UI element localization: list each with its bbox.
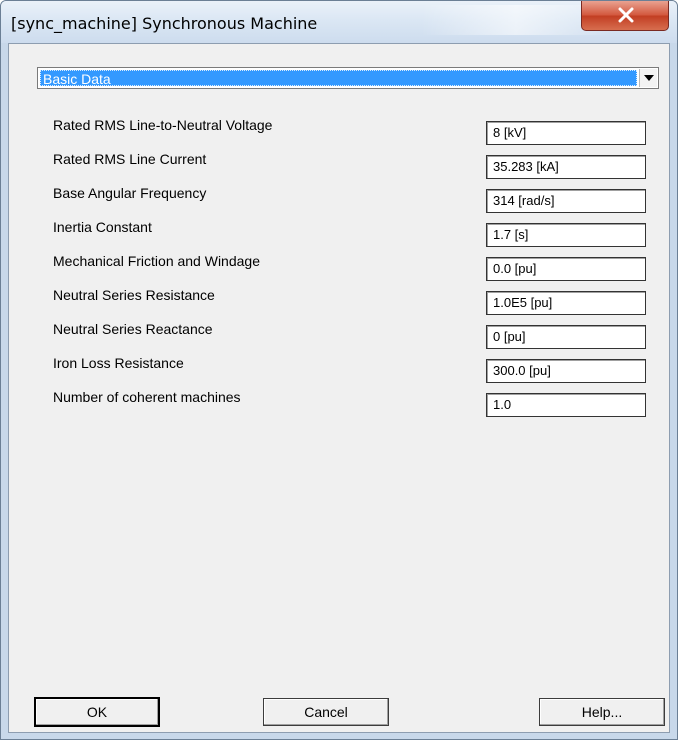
param-field-neutral-resistance[interactable]: 1.0E5 [pu] [486, 291, 646, 315]
param-field-base-angular-frequency[interactable]: 314 [rad/s] [486, 189, 646, 213]
param-row-base-angular-frequency: Base Angular Frequency 314 [rad/s] [9, 185, 671, 219]
param-row-rated-voltage: Rated RMS Line-to-Neutral Voltage 8 [kV] [9, 117, 671, 151]
dialog-window: [sync_machine] Synchronous Machine Basic… [0, 0, 678, 740]
page-selector-dropdown-button[interactable] [639, 69, 657, 87]
param-label: Base Angular Frequency [53, 185, 207, 201]
close-button[interactable] [581, 1, 669, 31]
param-row-neutral-resistance: Neutral Series Resistance 1.0E5 [pu] [9, 287, 671, 321]
param-row-coherent-machines: Number of coherent machines 1.0 [9, 389, 671, 423]
param-label: Number of coherent machines [53, 389, 241, 405]
param-label: Mechanical Friction and Windage [53, 253, 260, 269]
param-row-neutral-reactance: Neutral Series Reactance 0 [pu] [9, 321, 671, 355]
param-row-friction-windage: Mechanical Friction and Windage 0.0 [pu] [9, 253, 671, 287]
help-button[interactable]: Help... [539, 698, 665, 726]
param-field-inertia-constant[interactable]: 1.7 [s] [486, 223, 646, 247]
param-field-iron-loss-resistance[interactable]: 300.0 [pu] [486, 359, 646, 383]
param-label: Iron Loss Resistance [53, 355, 184, 371]
param-row-rated-current: Rated RMS Line Current 35.283 [kA] [9, 151, 671, 185]
param-label: Inertia Constant [53, 219, 152, 235]
dialog-body: Basic Data Rated RMS Line-to-Neutral Vol… [8, 43, 670, 733]
title-bar[interactable]: [sync_machine] Synchronous Machine [1, 1, 677, 43]
param-label: Rated RMS Line Current [53, 151, 207, 167]
param-label: Rated RMS Line-to-Neutral Voltage [53, 117, 273, 133]
param-label: Neutral Series Resistance [53, 287, 215, 303]
param-label: Neutral Series Reactance [53, 321, 213, 337]
param-field-friction-windage[interactable]: 0.0 [pu] [486, 257, 646, 281]
window-title: [sync_machine] Synchronous Machine [11, 14, 318, 33]
param-field-rated-voltage[interactable]: 8 [kV] [486, 121, 646, 145]
chevron-down-icon [644, 75, 654, 81]
param-field-neutral-reactance[interactable]: 0 [pu] [486, 325, 646, 349]
page-selector-value: Basic Data [40, 70, 637, 87]
cancel-button[interactable]: Cancel [263, 698, 389, 726]
close-icon [618, 7, 634, 23]
param-row-iron-loss-resistance: Iron Loss Resistance 300.0 [pu] [9, 355, 671, 389]
param-field-coherent-machines[interactable]: 1.0 [486, 393, 646, 417]
ok-button[interactable]: OK [35, 698, 159, 726]
param-field-rated-current[interactable]: 35.283 [kA] [486, 155, 646, 179]
param-row-inertia-constant: Inertia Constant 1.7 [s] [9, 219, 671, 253]
page-selector[interactable]: Basic Data [37, 67, 659, 89]
